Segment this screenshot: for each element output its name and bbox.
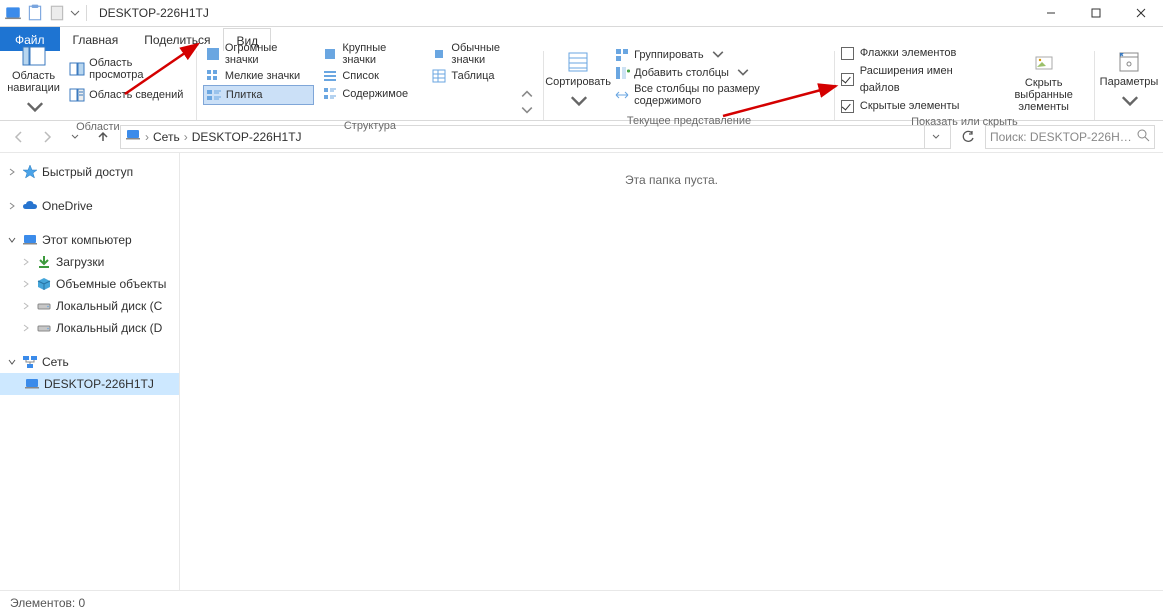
download-icon	[36, 254, 52, 270]
minimize-button[interactable]	[1028, 0, 1073, 27]
preview-pane-button[interactable]: Область просмотра	[67, 56, 190, 82]
layout-l-icons[interactable]: Крупные значки	[320, 41, 423, 67]
refresh-button[interactable]	[957, 126, 979, 148]
ribbon-group-show-hide: Флажки элементов Расширения имен файлов …	[835, 51, 1095, 120]
status-bar: Элементов: 0	[0, 590, 1163, 614]
empty-folder-text: Эта папка пуста.	[625, 173, 718, 590]
chevron-right-icon[interactable]	[20, 324, 32, 332]
monitor-icon	[22, 232, 38, 248]
tree-downloads[interactable]: Загрузки	[0, 251, 179, 273]
size-columns-button[interactable]: Все столбцы по размеру содержимого	[612, 82, 828, 108]
ribbon-group-layout: Огромные значки Мелкие значки Плитка Кру…	[197, 51, 544, 120]
qat-more-icon[interactable]	[70, 4, 80, 22]
tree-local-d[interactable]: Локальный диск (D	[0, 317, 179, 339]
layout-content[interactable]: Содержимое	[320, 85, 423, 103]
chevron-right-icon[interactable]	[6, 168, 18, 176]
layout-table[interactable]: Таблица	[429, 67, 537, 85]
maximize-button[interactable]	[1073, 0, 1118, 27]
ribbon-group-panes-label: Области	[6, 120, 190, 134]
titlebar: DESKTOP-226H1TJ	[0, 0, 1163, 27]
add-columns-button[interactable]: Добавить столбцы	[612, 64, 828, 82]
ribbon-group-options: Параметры	[1095, 51, 1163, 120]
qat-dropdown-icon[interactable]	[48, 4, 66, 22]
cloud-icon	[22, 198, 38, 214]
sort-button[interactable]: Сортировать	[550, 46, 606, 114]
chevron-down-icon[interactable]	[6, 236, 18, 244]
drive-icon	[36, 320, 52, 336]
options-button[interactable]: Параметры	[1101, 46, 1157, 114]
chevron-right-icon[interactable]	[20, 258, 32, 266]
chevron-right-icon[interactable]	[20, 280, 32, 288]
close-button[interactable]	[1118, 0, 1163, 27]
layout-xl-icons[interactable]: Огромные значки	[203, 41, 314, 67]
checkbox-item-checkboxes[interactable]: Флажки элементов	[841, 45, 993, 62]
content-pane: Эта папка пуста.	[180, 153, 1163, 590]
checkbox-file-extensions[interactable]: Расширения имен файлов	[841, 63, 993, 97]
tree-onedrive[interactable]: OneDrive	[0, 195, 179, 217]
qat-properties-icon[interactable]	[26, 4, 44, 22]
navigation-pane-label: Область навигации	[6, 70, 61, 94]
layout-list[interactable]: Список	[320, 67, 423, 85]
address-dropdown-button[interactable]	[924, 126, 946, 148]
ribbon-group-current-view-label: Текущее представление	[550, 114, 828, 128]
window-title: DESKTOP-226H1TJ	[99, 0, 209, 27]
tree-network-node[interactable]: DESKTOP-226H1TJ	[0, 373, 179, 395]
cube-icon	[36, 276, 52, 292]
tree-local-c[interactable]: Локальный диск (C	[0, 295, 179, 317]
status-item-count: Элементов: 0	[10, 596, 85, 610]
details-pane-label: Область сведений	[89, 89, 183, 101]
chevron-right-icon[interactable]	[6, 202, 18, 210]
chevron-down-icon[interactable]	[6, 358, 18, 366]
layout-tiles[interactable]: Плитка	[203, 85, 314, 105]
ribbon-group-current-view: Сортировать Группировать Добавить столбц…	[544, 51, 835, 120]
layout-s-icons[interactable]: Мелкие значки	[203, 67, 314, 85]
ribbon: Область навигации Область просмотра Обла…	[0, 51, 1163, 121]
tree-3d-objects[interactable]: Объемные объекты	[0, 273, 179, 295]
monitor-icon	[24, 376, 40, 392]
star-icon	[22, 164, 38, 180]
preview-pane-label: Область просмотра	[89, 57, 188, 81]
network-icon	[22, 354, 38, 370]
group-by-button[interactable]: Группировать	[612, 46, 828, 64]
chevron-right-icon[interactable]	[20, 302, 32, 310]
tree-quick-access[interactable]: Быстрый доступ	[0, 161, 179, 183]
tree-this-pc[interactable]: Этот компьютер	[0, 229, 179, 251]
search-icon	[1136, 128, 1150, 145]
checkbox-hidden-items[interactable]: Скрытые элементы	[841, 98, 993, 115]
tree-network[interactable]: Сеть	[0, 351, 179, 373]
details-pane-button[interactable]: Область сведений	[67, 86, 190, 104]
ribbon-group-layout-label: Структура	[203, 119, 537, 133]
layout-m-icons[interactable]: Обычные значки	[429, 41, 537, 67]
ribbon-group-show-hide-label: Показать или скрыть	[841, 115, 1088, 129]
search-placeholder: Поиск: DESKTOP-226H1TJ	[990, 130, 1132, 144]
drive-icon	[36, 298, 52, 314]
layout-scroll[interactable]	[517, 85, 537, 119]
hide-selected-button[interactable]: Скрыть выбранные элементы	[999, 45, 1088, 115]
navigation-tree[interactable]: Быстрый доступ OneDrive Этот компьютер З…	[0, 153, 180, 590]
app-icon	[4, 4, 22, 22]
ribbon-group-panes: Область навигации Область просмотра Обла…	[0, 51, 197, 120]
navigation-pane-button[interactable]: Область навигации	[6, 40, 61, 120]
